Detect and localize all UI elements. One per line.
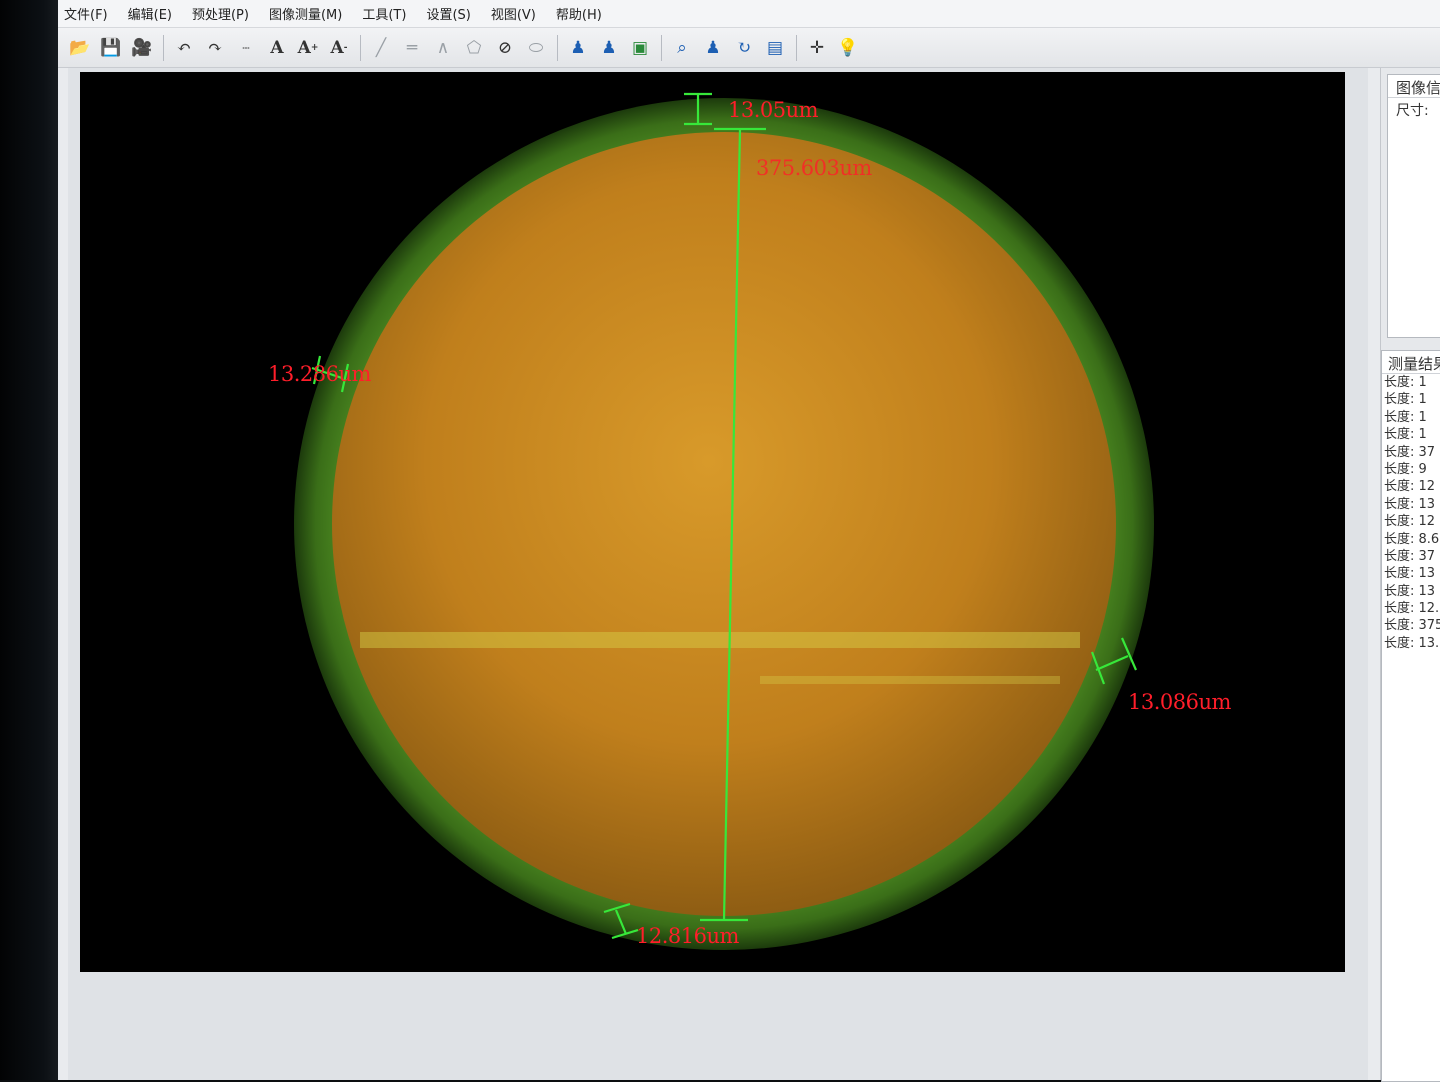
- crosshair-icon[interactable]: ✛: [805, 36, 829, 60]
- refresh-icon[interactable]: ↻: [732, 36, 756, 60]
- toolbar-separator: [360, 34, 361, 61]
- menu-file[interactable]: 文件(F): [64, 4, 108, 23]
- image-info-panel: 图像信息 尺寸:: [1387, 74, 1440, 338]
- result-row[interactable]: 长度: 1: [1382, 374, 1440, 391]
- result-row[interactable]: 长度: 37: [1382, 548, 1440, 565]
- toolbar-separator: [557, 34, 558, 61]
- specimen-image: [294, 92, 1154, 950]
- save-icon[interactable]: 💾: [99, 36, 123, 60]
- result-row[interactable]: 长度: 1: [1382, 426, 1440, 443]
- result-row[interactable]: 长度: 9: [1382, 461, 1440, 478]
- result-row[interactable]: 长度: 13: [1382, 565, 1440, 582]
- light-streak: [760, 676, 1060, 684]
- menu-settings[interactable]: 设置(S): [426, 4, 470, 23]
- lightbulb-icon[interactable]: 💡: [836, 36, 860, 60]
- menu-help[interactable]: 帮助(H): [556, 4, 602, 23]
- angle-icon[interactable]: ∧: [431, 36, 455, 60]
- polygon-icon[interactable]: ⬠: [462, 36, 486, 60]
- toolbar-separator: [661, 34, 662, 61]
- zoom-people-icon[interactable]: ♟: [701, 36, 725, 60]
- left-thickness-label: 13.286um: [268, 362, 371, 386]
- toolbar-separator: [163, 34, 164, 61]
- application-window: 文件(F) 编辑(E) 预处理(P) 图像测量(M) 工具(T) 设置(S) 视…: [58, 0, 1440, 1082]
- right-side-panel: 图像信息 尺寸: 测量结果 长度: 1长度: 1长度: 1长度: 1长度: 37…: [1380, 68, 1440, 1082]
- parallel-line-icon[interactable]: ═: [400, 36, 424, 60]
- measure-people-icon[interactable]: ♟: [566, 36, 590, 60]
- line-tool-icon[interactable]: ╱: [369, 36, 393, 60]
- toolbar-separator: [796, 34, 797, 61]
- result-row[interactable]: 长度: 1: [1382, 391, 1440, 408]
- result-row[interactable]: 长度: 37: [1382, 444, 1440, 461]
- camera-icon[interactable]: 🎥: [130, 36, 154, 60]
- menu-edit[interactable]: 编辑(E): [128, 4, 172, 23]
- undo-icon[interactable]: ↶: [172, 36, 196, 60]
- menu-bar: 文件(F) 编辑(E) 预处理(P) 图像测量(M) 工具(T) 设置(S) 视…: [58, 0, 1440, 28]
- open-folder-icon[interactable]: 📂: [68, 36, 92, 60]
- light-streak: [360, 632, 1080, 648]
- measurement-results-panel: 测量结果 长度: 1长度: 1长度: 1长度: 1长度: 37长度: 9长度: …: [1381, 350, 1440, 1082]
- result-row[interactable]: 长度: 8.6: [1382, 531, 1440, 548]
- result-row[interactable]: 长度: 12: [1382, 513, 1440, 530]
- menu-tools[interactable]: 工具(T): [362, 4, 406, 23]
- diameter-label: 375.603um: [756, 156, 872, 180]
- toolbar: 📂 💾 🎥 ↶ ↷ ┄ A A + A- ╱ ═ ∧ ⬠ ⊘ ⬭ ♟ ♟ ▣ ⌕ …: [58, 28, 1440, 68]
- result-row[interactable]: 长度: 12.8: [1382, 600, 1440, 617]
- right-thickness-label: 13.086um: [1128, 690, 1231, 714]
- text-a-minus-icon[interactable]: A-: [327, 36, 351, 60]
- image-viewport: 13.05um 375.603um 13.286um 13.086um 12.8…: [68, 68, 1368, 1080]
- ellipse-icon[interactable]: ⬭: [524, 36, 548, 60]
- menu-view[interactable]: 视图(V): [491, 4, 536, 23]
- fiber-core: [332, 132, 1116, 916]
- redo-icon[interactable]: ↷: [203, 36, 227, 60]
- result-row[interactable]: 长度: 12: [1382, 478, 1440, 495]
- menu-preprocess[interactable]: 预处理(P): [192, 4, 249, 23]
- menu-image-measure[interactable]: 图像测量(M): [269, 4, 342, 23]
- result-row[interactable]: 长度: 13: [1382, 496, 1440, 513]
- text-a-plus-icon[interactable]: A +: [296, 36, 320, 60]
- report-icon[interactable]: ▤: [763, 36, 787, 60]
- monitor-bezel: [0, 0, 62, 1080]
- measure-people-alt-icon[interactable]: ♟: [597, 36, 621, 60]
- result-row[interactable]: 长度: 13.0: [1382, 635, 1440, 652]
- dotted-line-icon[interactable]: ┄: [234, 36, 258, 60]
- text-a-icon[interactable]: A: [265, 36, 289, 60]
- top-thickness-label: 13.05um: [728, 98, 819, 122]
- results-title: 测量结果: [1382, 351, 1440, 374]
- circle-slash-icon[interactable]: ⊘: [493, 36, 517, 60]
- image-calibrate-icon[interactable]: ▣: [628, 36, 652, 60]
- zoom-icon[interactable]: ⌕: [670, 36, 694, 60]
- bottom-thickness-label: 12.816um: [636, 924, 739, 948]
- result-row[interactable]: 长度: 13: [1382, 583, 1440, 600]
- image-size-label: 尺寸:: [1396, 103, 1429, 119]
- microscope-image[interactable]: 13.05um 375.603um 13.286um 13.086um 12.8…: [80, 72, 1345, 972]
- result-row[interactable]: 长度: 1: [1382, 409, 1440, 426]
- result-row[interactable]: 长度: 375: [1382, 617, 1440, 634]
- results-list: 长度: 1 长度: 1 长度: 1 长度: 1 长度: 37 长度: 9 长度: 12 长度:…: [1382, 374, 1440, 652]
- image-info-title: 图像信息: [1388, 75, 1440, 98]
